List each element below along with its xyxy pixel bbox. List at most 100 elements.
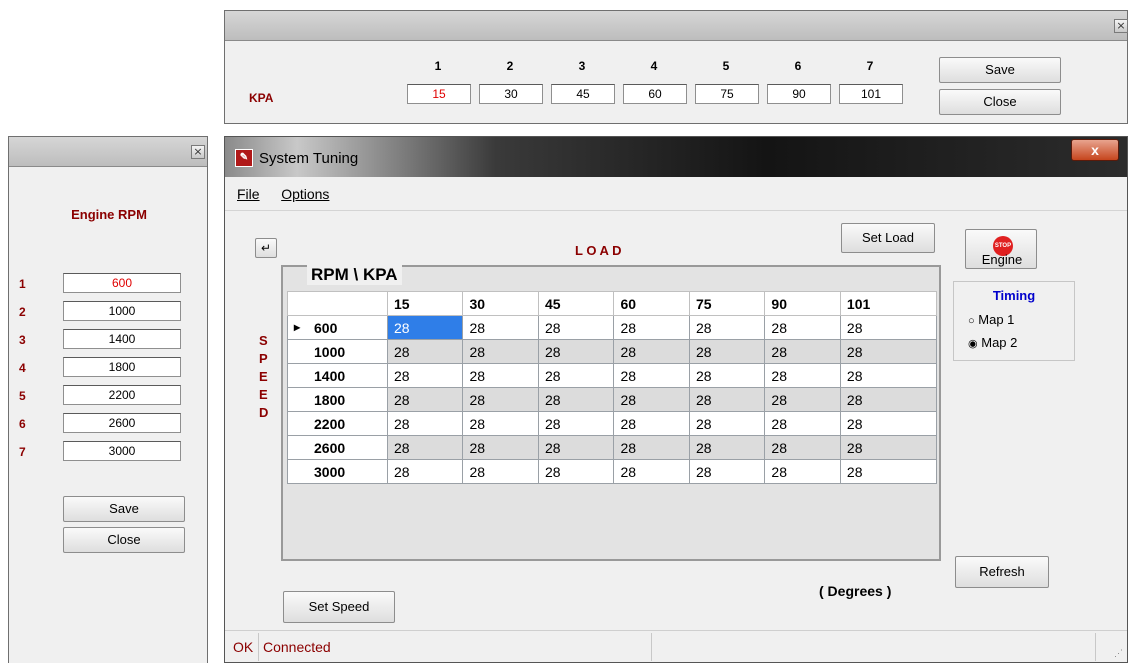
rpm-value-field-5[interactable]: 2200 [63, 385, 181, 405]
grid-cell[interactable]: 28 [764, 387, 841, 412]
grid-cell[interactable]: 28 [688, 363, 766, 388]
grid-cell[interactable]: 28 [613, 387, 690, 412]
swap-axes-button[interactable]: ↵ [255, 238, 277, 258]
grid-row-label: 1400 [314, 367, 346, 384]
rpm-value-field-7[interactable]: 3000 [63, 441, 181, 461]
grid-cell[interactable]: 28 [462, 459, 539, 484]
grid-cell[interactable]: 28 [764, 339, 841, 364]
rpm-index-2: 2 [19, 305, 26, 319]
grid-cell[interactable]: 28 [537, 315, 615, 340]
grid-cell[interactable]: 28 [386, 363, 464, 388]
menu-options[interactable]: Options [281, 186, 329, 202]
speed-letter-4: E [259, 387, 268, 402]
grid-cell[interactable]: 28 [613, 363, 690, 388]
kpa-value-field-6[interactable]: 90 [767, 84, 831, 104]
grid-cell[interactable]: 28 [688, 459, 766, 484]
kpa-value-field-2[interactable]: 30 [479, 84, 543, 104]
rpm-close-icon[interactable]: × [191, 145, 205, 159]
grid-cell[interactable]: 28 [386, 315, 464, 340]
engine-label: Engine [981, 252, 1023, 267]
grid-cell[interactable]: 28 [613, 459, 690, 484]
map2-radio[interactable]: ◉ Map 2 [968, 335, 1017, 350]
rpm-close-button[interactable]: Close [63, 527, 185, 553]
grid-cell[interactable]: 28 [537, 387, 615, 412]
grid-cell[interactable]: 28 [386, 411, 464, 436]
grid-cell[interactable]: 28 [537, 411, 615, 436]
grid-cell[interactable]: 28 [839, 315, 938, 340]
grid-cell[interactable]: 28 [688, 315, 766, 340]
window-close-button[interactable]: x [1071, 139, 1119, 161]
rpm-value-field-2[interactable]: 1000 [63, 301, 181, 321]
grid-cell[interactable]: 28 [688, 435, 766, 460]
rpm-value-field-6[interactable]: 2600 [63, 413, 181, 433]
grid-cell[interactable]: 28 [613, 411, 690, 436]
grid-cell[interactable]: 28 [688, 411, 766, 436]
grid-row: 2200 28 28 28 28 28 28 28 [287, 411, 938, 436]
resize-grip-icon[interactable]: ⋰ [1114, 648, 1123, 659]
kpa-row-label: KPA [249, 91, 274, 105]
rpm-value-field-4[interactable]: 1800 [63, 357, 181, 377]
grid-cell[interactable]: 28 [839, 411, 938, 436]
grid-cell[interactable]: 28 [537, 339, 615, 364]
grid-row-header-2200[interactable]: 2200 [287, 411, 388, 436]
rpm-save-button[interactable]: Save [63, 496, 185, 522]
grid-row-header-3000[interactable]: 3000 [287, 459, 388, 484]
speed-letter-1: S [259, 333, 268, 348]
grid-cell[interactable]: 28 [537, 363, 615, 388]
grid-cell[interactable]: 28 [839, 435, 938, 460]
grid-cell[interactable]: 28 [462, 339, 539, 364]
grid-row-header-600[interactable]: ▸ 600 [287, 315, 388, 340]
grid-cell[interactable]: 28 [839, 363, 938, 388]
rpm-value-field-1[interactable]: 600 [63, 273, 181, 293]
kpa-save-button[interactable]: Save [939, 57, 1061, 83]
engine-button[interactable]: STOP Engine [965, 229, 1037, 269]
grid-cell[interactable]: 28 [764, 315, 841, 340]
kpa-value-field-1[interactable]: 15 [407, 84, 471, 104]
menu-file[interactable]: File [237, 186, 260, 202]
kpa-value-field-3[interactable]: 45 [551, 84, 615, 104]
refresh-button[interactable]: Refresh [955, 556, 1049, 588]
grid-cell[interactable]: 28 [462, 387, 539, 412]
rpm-value-field-3[interactable]: 1400 [63, 329, 181, 349]
grid-cell[interactable]: 28 [462, 363, 539, 388]
system-tuning-window: ✎ System Tuning x File Options ↵ L O A D… [224, 136, 1128, 663]
grid-cell[interactable]: 28 [764, 435, 841, 460]
grid-cell[interactable]: 28 [386, 435, 464, 460]
kpa-value-field-5[interactable]: 75 [695, 84, 759, 104]
kpa-value-field-7[interactable]: 101 [839, 84, 903, 104]
grid-cell[interactable]: 28 [462, 435, 539, 460]
load-label: L O A D [575, 243, 622, 258]
grid-row-header-1800[interactable]: 1800 [287, 387, 388, 412]
grid-cell[interactable]: 28 [462, 411, 539, 436]
grid-cell[interactable]: 28 [537, 459, 615, 484]
grid-cell[interactable]: 28 [764, 411, 841, 436]
grid-row-header-1000[interactable]: 1000 [287, 339, 388, 364]
grid-cell[interactable]: 28 [613, 435, 690, 460]
set-speed-button[interactable]: Set Speed [283, 591, 395, 623]
grid-cell[interactable]: 28 [386, 387, 464, 412]
grid-cell[interactable]: 28 [386, 459, 464, 484]
grid-cell[interactable]: 28 [839, 387, 938, 412]
grid-row-header-2600[interactable]: 2600 [287, 435, 388, 460]
grid-row-header-1400[interactable]: 1400 [287, 363, 388, 388]
set-load-button[interactable]: Set Load [841, 223, 935, 253]
grid-cell[interactable]: 28 [764, 459, 841, 484]
grid-cell[interactable]: 28 [613, 339, 690, 364]
grid-cell[interactable]: 28 [537, 435, 615, 460]
grid-cell[interactable]: 28 [764, 363, 841, 388]
grid-cell[interactable]: 28 [386, 339, 464, 364]
grid-cell[interactable]: 28 [688, 339, 766, 364]
map1-radio[interactable]: ○ Map 1 [968, 312, 1014, 327]
kpa-close-icon[interactable]: × [1114, 19, 1128, 33]
grid-cell[interactable]: 28 [613, 315, 690, 340]
main-titlebar: ✎ System Tuning x [225, 137, 1127, 177]
kpa-value-field-4[interactable]: 60 [623, 84, 687, 104]
grid-cell[interactable]: 28 [839, 339, 938, 364]
grid-cell[interactable]: 28 [462, 315, 539, 340]
kpa-close-button[interactable]: Close [939, 89, 1061, 115]
grid-cell[interactable]: 28 [839, 459, 938, 484]
map2-radio-icon[interactable]: ◉ [968, 338, 978, 350]
kpa-header-4: 4 [650, 59, 658, 73]
grid-cell[interactable]: 28 [688, 387, 766, 412]
map1-radio-icon[interactable]: ○ [968, 315, 975, 327]
